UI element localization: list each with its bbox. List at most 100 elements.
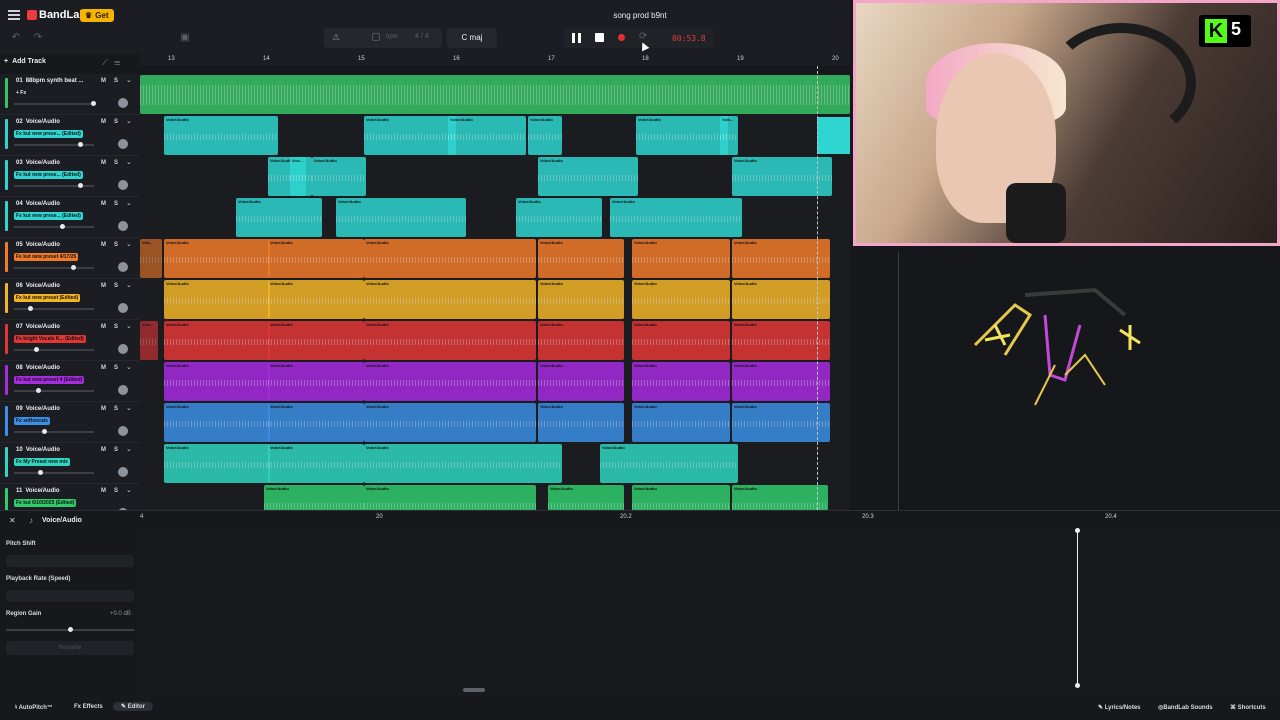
mute-button[interactable]: M	[101, 488, 106, 494]
track-fx-chip[interactable]: Fx kut new preset 4/17/25	[14, 253, 79, 261]
audio-clip[interactable]: Voice/Audio	[268, 362, 364, 401]
mute-button[interactable]: M	[101, 78, 106, 84]
chevron-down-icon[interactable]: ⌄	[126, 322, 132, 330]
audio-clip[interactable]: Voice/Audio	[732, 403, 830, 442]
track-fx-chip[interactable]: Fx kut new prese... (Edited)	[14, 130, 83, 138]
audio-clip[interactable]: Voice/Audio	[164, 116, 278, 155]
audio-clip[interactable]: Voice/Audio	[632, 321, 730, 360]
slider-handle[interactable]	[38, 470, 43, 475]
audio-clip[interactable]: Voice/Audio	[538, 403, 624, 442]
track-name[interactable]: 09 Voice/Audio	[16, 406, 60, 412]
song-title[interactable]: song prod b9nt	[540, 11, 740, 20]
volume-slider[interactable]	[14, 388, 94, 393]
track-header[interactable]: 06 Voice/Audio Fx kut new preset (Edited) M…	[0, 279, 140, 320]
mute-button[interactable]: M	[101, 324, 106, 330]
pan-knob[interactable]	[118, 221, 128, 231]
volume-slider[interactable]	[14, 429, 94, 434]
pan-knob[interactable]	[118, 467, 128, 477]
audio-clip[interactable]: Voice/Audio	[516, 198, 602, 237]
audio-clip[interactable]: Voice/Audio	[312, 157, 366, 196]
solo-button[interactable]: S	[114, 324, 118, 330]
bandlab-sounds-button[interactable]: ◎BandLab Sounds	[1158, 704, 1213, 711]
metronome-icon[interactable]: ⚠	[332, 32, 340, 43]
audio-clip[interactable]: Voice/Audio	[632, 485, 730, 510]
solo-button[interactable]: S	[114, 201, 118, 207]
effects-tab[interactable]: Fx Effects	[74, 704, 103, 710]
pan-knob[interactable]	[118, 385, 128, 395]
track-fx-chip[interactable]: + Fx	[14, 89, 28, 97]
save-icon[interactable]: ▣	[177, 30, 193, 46]
volume-slider[interactable]	[14, 265, 94, 270]
audio-clip[interactable]: Voice/Audio	[364, 116, 456, 155]
track-header[interactable]: 09 Voice/Audio Fx softvocals M S ⌄	[0, 402, 140, 443]
tap-tempo-icon[interactable]	[372, 33, 380, 41]
audio-clip[interactable]: Voice/Audio	[164, 444, 270, 483]
track-lane[interactable]: Voic... Voice/Audio Voice/Audio Voice/Audio…	[140, 238, 850, 279]
audio-clip[interactable]: Voice/Audio	[364, 444, 562, 483]
audio-clip[interactable]: Voice/Audio	[448, 116, 526, 155]
solo-button[interactable]: S	[114, 283, 118, 289]
track-fx-chip[interactable]: Fx kut new preset (Edited)	[14, 294, 81, 302]
slider-handle[interactable]	[78, 183, 83, 188]
stop-button[interactable]	[595, 33, 604, 42]
horizontal-scrollbar[interactable]	[463, 688, 485, 692]
audio-clip[interactable]: Voice/Audio	[732, 321, 830, 360]
pause-button[interactable]	[572, 33, 581, 43]
audio-clip[interactable]: Voice/Audio	[364, 239, 536, 278]
brand-name[interactable]: BandLab	[39, 9, 86, 21]
audio-clip[interactable]: Voice/Audio	[164, 239, 270, 278]
track-header[interactable]: 10 Voice/Audio Fx My Preset new mix M S ⌄	[0, 443, 140, 484]
volume-slider[interactable]	[14, 142, 94, 147]
volume-slider[interactable]	[14, 470, 94, 475]
slider-handle[interactable]	[34, 347, 39, 352]
timeline-ruler[interactable]: 13 14 15 16 17 18 19 20	[140, 54, 850, 66]
volume-slider[interactable]	[14, 183, 94, 188]
arrangement-lanes[interactable]: Voice/Audio Voice/Audio Voice/Audio Voice/A…	[140, 74, 850, 510]
track-name[interactable]: 08 Voice/Audio	[16, 365, 60, 371]
audio-clip[interactable]: Voice/Audio	[632, 362, 730, 401]
menu-icon[interactable]	[8, 10, 20, 20]
slider-handle[interactable]	[68, 627, 73, 632]
chevron-down-icon[interactable]: ⌄	[126, 281, 132, 289]
track-name[interactable]: 11 Voice/Audio	[16, 488, 60, 494]
track-name[interactable]: 07 Voice/Audio	[16, 324, 60, 330]
audio-clip[interactable]: Voice/Audio	[636, 116, 728, 155]
track-fx-chip[interactable]: Fx kut 6/10/2025 (Edited)	[14, 499, 77, 507]
track-fx-chip[interactable]: Fx softvocals	[14, 417, 50, 425]
audio-clip[interactable]: Voice/Audio	[732, 485, 828, 510]
editor-ruler[interactable]: 4 20 20.2 20.3 20.4	[140, 514, 1280, 524]
audio-clip[interactable]: Voice/Audio	[164, 280, 270, 319]
chevron-down-icon[interactable]: ⌄	[126, 404, 132, 412]
solo-button[interactable]: S	[114, 78, 118, 84]
record-button[interactable]	[618, 34, 625, 41]
pan-knob[interactable]	[118, 426, 128, 436]
pan-knob[interactable]	[118, 344, 128, 354]
track-header[interactable]: 08 Voice/Audio Fx kut new preset 4 (Edited…	[0, 361, 140, 402]
audio-clip[interactable]: Voic...	[290, 157, 312, 196]
track-name[interactable]: 10 Voice/Audio	[16, 447, 60, 453]
audio-clip[interactable]: Voic...	[720, 116, 738, 155]
track-lane[interactable]: Voice/Audio Voic... Voice/Audio Voice/Audio…	[140, 156, 850, 197]
track-lane[interactable]: Voice/Audio Voice/Audio Voice/Audio Voice/A…	[140, 443, 850, 484]
track-lane[interactable]: Voice/Audio Voice/Audio Voice/Audio Voice/A…	[140, 279, 850, 320]
track-lane[interactable]: Voice/Audio Voice/Audio Voice/Audio Voice/A…	[140, 197, 850, 238]
chevron-down-icon[interactable]: ⌄	[126, 76, 132, 84]
track-name[interactable]: 01 88bpm synth beat ...	[16, 78, 83, 84]
audio-clip[interactable]: Voice/Audio	[164, 321, 270, 360]
audio-clip[interactable]: Voice/Audio	[364, 403, 536, 442]
audio-clip[interactable]: Voice/Audio	[732, 239, 830, 278]
audio-clip[interactable]: Voice/Audio	[632, 403, 730, 442]
audio-clip[interactable]: Voice/Audio	[538, 362, 624, 401]
audio-clip[interactable]: Voice/Audio	[164, 403, 270, 442]
track-fx-chip[interactable]: Fx My Preset new mix	[14, 458, 70, 466]
chevron-down-icon[interactable]: ⌄	[126, 199, 132, 207]
track-header[interactable]: 04 Voice/Audio Fx kut new prese... (Edited…	[0, 197, 140, 238]
wand-icon[interactable]: ⟋	[102, 58, 108, 67]
editor-playhead[interactable]	[1075, 528, 1080, 688]
track-header[interactable]: 03 Voice/Audio Fx kut new prese... (Edited…	[0, 156, 140, 197]
audio-clip[interactable]: Voice/Audio	[538, 280, 624, 319]
audio-clip[interactable]: Voice/Audio	[538, 239, 624, 278]
volume-slider[interactable]	[14, 101, 96, 106]
slider-handle[interactable]	[91, 101, 96, 106]
mute-button[interactable]: M	[101, 283, 106, 289]
